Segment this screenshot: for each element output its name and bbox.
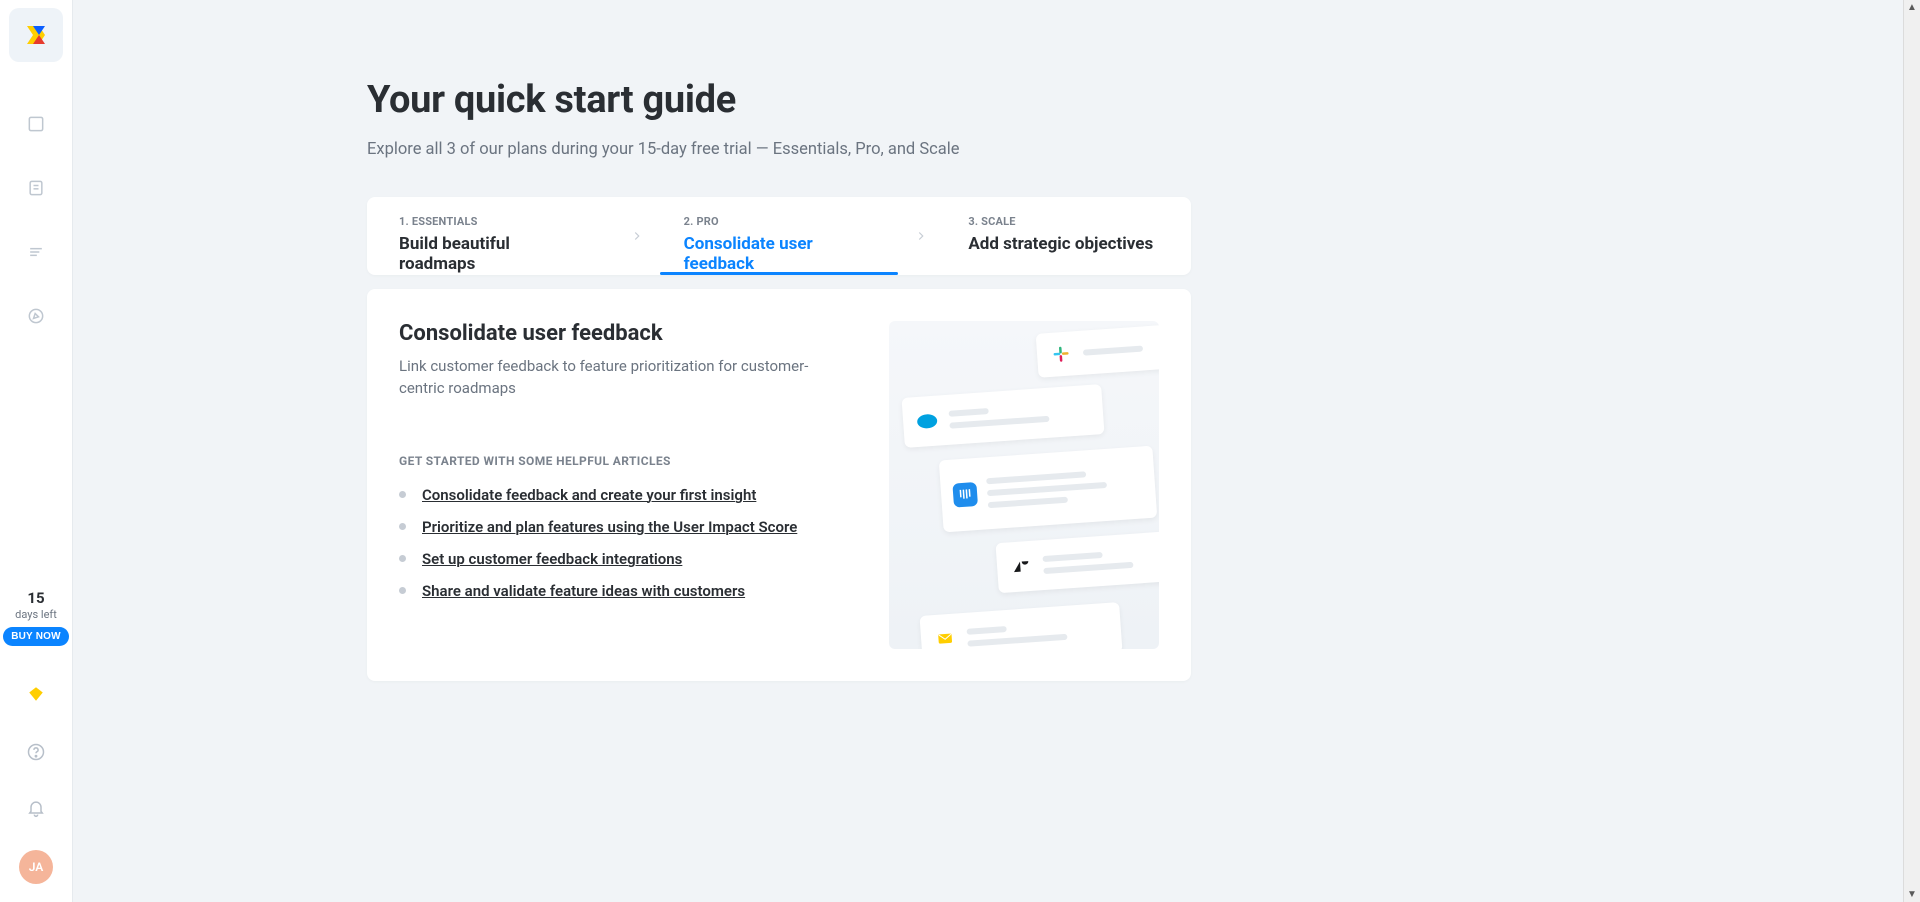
productboard-logo-icon (21, 20, 51, 50)
bullet-icon (399, 587, 406, 594)
plan-tabs: 1. ESSENTIALS Build beautiful roadmaps 2… (367, 197, 1191, 275)
zendesk-card-icon (995, 531, 1159, 593)
detail-card: Consolidate user feedback Link customer … (367, 289, 1191, 681)
trial-days-left-label: days left (15, 608, 57, 621)
mail-card-icon (919, 602, 1122, 649)
page-subtitle: Explore all 3 of our plans during your 1… (367, 140, 1191, 159)
article-item: Prioritize and plan features using the U… (399, 518, 869, 536)
salesforce-card-icon (901, 384, 1104, 448)
tab-kicker: 1. ESSENTIALS (399, 215, 590, 228)
main-content: Your quick start guide Explore all 3 of … (73, 0, 1903, 902)
upgrade-diamond-icon[interactable] (16, 674, 56, 714)
page-title: Your quick start guide (367, 78, 1191, 122)
trial-status: 15 days left BUY NOW (3, 591, 69, 646)
scroll-down-arrow-icon[interactable]: ▼ (1907, 887, 1917, 902)
nav-roadmaps-icon[interactable] (16, 104, 56, 144)
bullet-icon (399, 555, 406, 562)
vertical-scrollbar[interactable]: ▲ ▼ (1903, 0, 1920, 902)
chevron-right-icon (622, 197, 652, 275)
scroll-up-arrow-icon[interactable]: ▲ (1907, 0, 1917, 15)
tab-pro[interactable]: 2. PRO Consolidate user feedback (652, 197, 907, 275)
detail-title: Consolidate user feedback (399, 321, 869, 346)
article-link[interactable]: Prioritize and plan features using the U… (422, 518, 797, 536)
article-link[interactable]: Set up customer feedback integrations (422, 550, 682, 568)
tab-essentials[interactable]: 1. ESSENTIALS Build beautiful roadmaps (367, 197, 622, 275)
notifications-icon[interactable] (16, 788, 56, 828)
help-icon[interactable] (16, 732, 56, 772)
buy-now-button[interactable]: BUY NOW (3, 627, 69, 646)
tab-kicker: 3. SCALE (968, 215, 1159, 228)
sidebar: 15 days left BUY NOW JA (0, 0, 73, 902)
illustration (889, 321, 1159, 649)
bullet-icon (399, 491, 406, 498)
articles-heading: GET STARTED WITH SOME HELPFUL ARTICLES (399, 454, 869, 468)
tab-scale[interactable]: 3. SCALE Add strategic objectives (936, 197, 1191, 275)
tab-title: Consolidate user feedback (684, 234, 875, 274)
detail-description: Link customer feedback to feature priori… (399, 356, 819, 400)
nav-compass-icon[interactable] (16, 296, 56, 336)
trial-days: 15 (27, 591, 44, 606)
article-list: Consolidate feedback and create your fir… (399, 486, 869, 600)
app-logo[interactable] (9, 8, 63, 62)
tab-title: Build beautiful roadmaps (399, 234, 590, 274)
tab-title: Add strategic objectives (968, 234, 1159, 254)
nav-notes-icon[interactable] (16, 168, 56, 208)
chevron-right-icon (906, 197, 936, 275)
slack-card-icon (1036, 324, 1159, 378)
user-avatar[interactable]: JA (19, 850, 53, 884)
article-item: Share and validate feature ideas with cu… (399, 582, 869, 600)
article-link[interactable]: Share and validate feature ideas with cu… (422, 582, 745, 600)
bullet-icon (399, 523, 406, 530)
tab-kicker: 2. PRO (684, 215, 875, 228)
article-item: Consolidate feedback and create your fir… (399, 486, 869, 504)
article-item: Set up customer feedback integrations (399, 550, 869, 568)
nav-list-icon[interactable] (16, 232, 56, 272)
article-link[interactable]: Consolidate feedback and create your fir… (422, 486, 756, 504)
intercom-card-icon (939, 446, 1158, 533)
